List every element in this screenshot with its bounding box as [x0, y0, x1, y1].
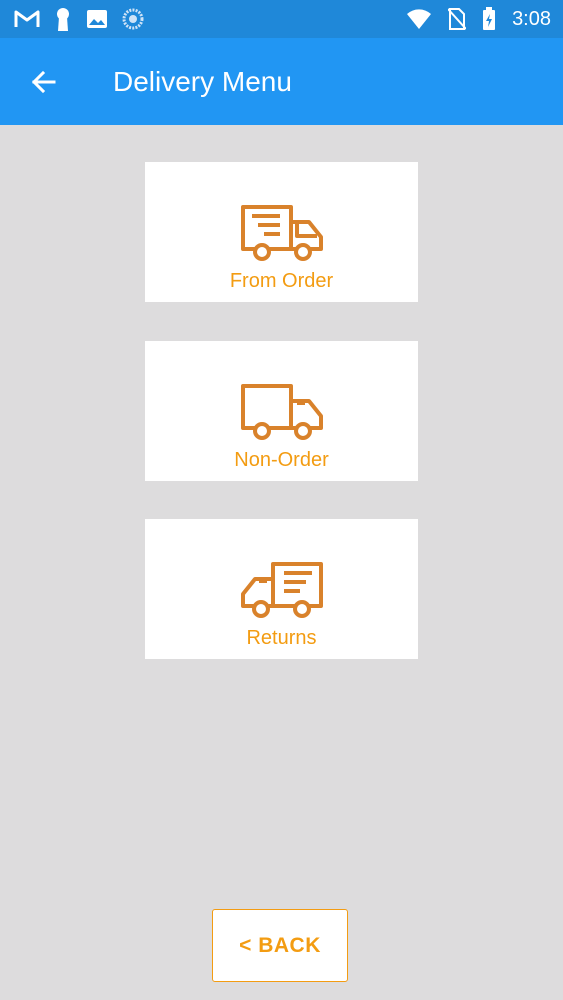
- status-time: 3:08: [512, 8, 551, 30]
- back-button[interactable]: < BACK: [212, 909, 348, 982]
- image-icon: [86, 9, 108, 29]
- sync-icon: [122, 8, 144, 30]
- status-left-icons: [14, 7, 144, 31]
- wifi-icon: [406, 8, 432, 30]
- page-title: Delivery Menu: [113, 66, 292, 97]
- menu-item-returns[interactable]: Returns: [145, 519, 418, 659]
- truck-icon: [240, 383, 324, 441]
- battery-charging-icon: [482, 7, 496, 31]
- truck-return-icon: [240, 561, 324, 619]
- truck-order-icon: [240, 204, 324, 262]
- status-bar: 3:08: [0, 0, 563, 38]
- menu-item-label: From Order: [229, 270, 334, 292]
- keyhole-icon: [54, 7, 72, 31]
- menu-item-non-order[interactable]: Non-Order: [145, 341, 418, 481]
- no-sim-icon: [448, 7, 467, 31]
- menu-item-label: Returns: [246, 627, 317, 649]
- status-right-icons: 3:08: [406, 6, 551, 32]
- menu-item-from-order[interactable]: From Order: [145, 162, 418, 302]
- app-bar: Delivery Menu: [0, 38, 563, 125]
- arrow-left-icon[interactable]: [28, 66, 60, 98]
- menu-item-label: Non-Order: [234, 449, 329, 471]
- gmail-icon: [14, 9, 40, 29]
